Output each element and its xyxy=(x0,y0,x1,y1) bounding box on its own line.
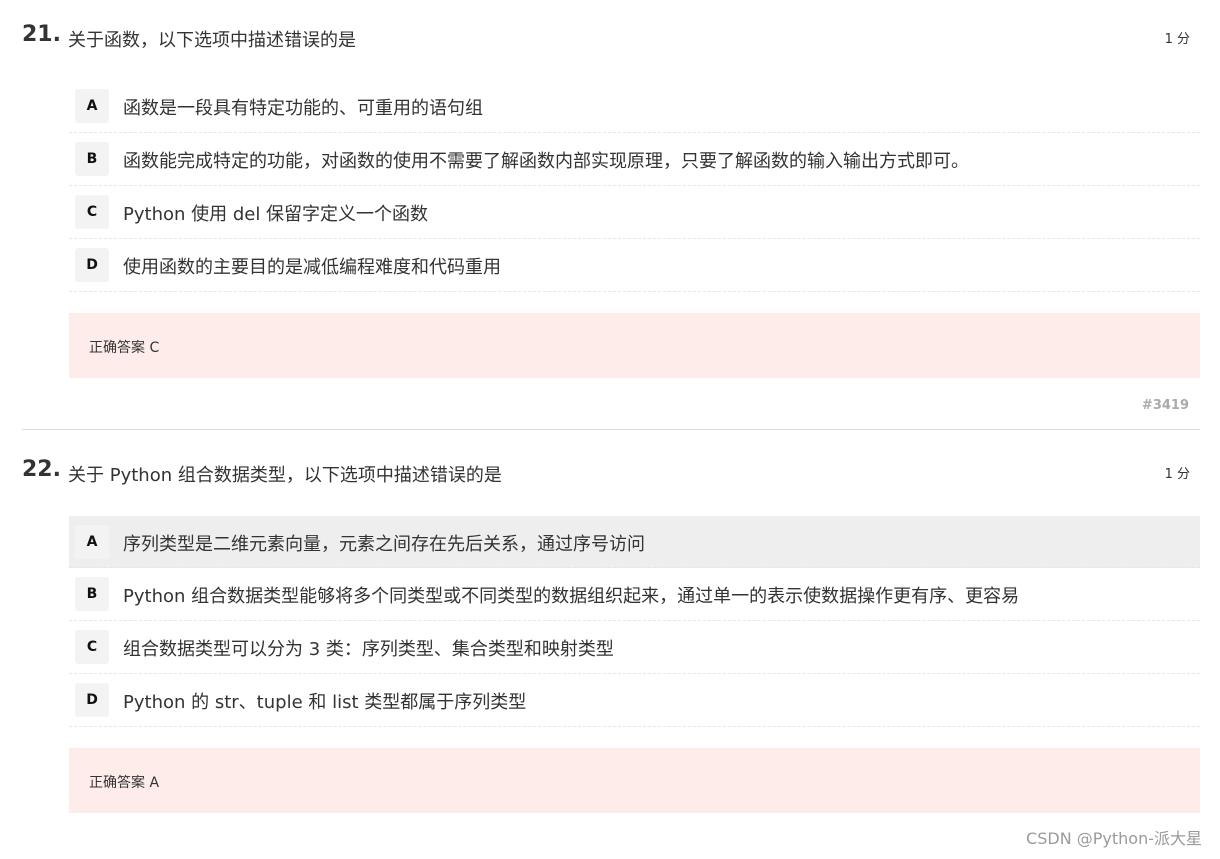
option-letter: A xyxy=(75,89,109,123)
option-text: Python 使用 del 保留字定义一个函数 xyxy=(123,204,429,225)
question-score: 1 分 xyxy=(1164,467,1190,482)
option-letter: D xyxy=(75,248,109,282)
correct-answer-box: 正确答案 A xyxy=(69,748,1200,813)
option-c[interactable]: C Python 使用 del 保留字定义一个函数 xyxy=(69,186,1200,239)
question-divider xyxy=(22,429,1200,430)
question-number: 21. xyxy=(22,22,61,47)
option-b[interactable]: B Python 组合数据类型能够将多个同类型或不同类型的数据组织起来，通过单一… xyxy=(69,568,1200,621)
option-text: 组合数据类型可以分为 3 类：序列类型、集合类型和映射类型 xyxy=(123,639,614,660)
question-id: #3419 xyxy=(1141,398,1189,413)
correct-answer-box: 正确答案 C xyxy=(69,313,1200,378)
option-d[interactable]: D 使用函数的主要目的是减低编程难度和代码重用 xyxy=(69,239,1200,292)
question-score: 1 分 xyxy=(1164,32,1190,47)
option-text: 函数是一段具有特定功能的、可重用的语句组 xyxy=(123,98,483,119)
option-letter: C xyxy=(75,630,109,664)
question-number: 22. xyxy=(22,457,61,482)
correct-answer-text: 正确答案 A xyxy=(89,775,160,791)
option-b[interactable]: B 函数能完成特定的功能，对函数的使用不需要了解函数内部实现原理，只要了解函数的… xyxy=(69,133,1200,186)
option-list: A 序列类型是二维元素向量，元素之间存在先后关系，通过序号访问 B Python… xyxy=(69,516,1200,727)
correct-answer-text: 正确答案 C xyxy=(89,340,160,356)
question-title: 关于 Python 组合数据类型，以下选项中描述错误的是 xyxy=(68,465,502,486)
option-text: Python 组合数据类型能够将多个同类型或不同类型的数据组织起来，通过单一的表… xyxy=(123,586,1020,607)
option-text: Python 的 str、tuple 和 list 类型都属于序列类型 xyxy=(123,692,527,713)
option-letter: B xyxy=(75,577,109,611)
option-text: 函数能完成特定的功能，对函数的使用不需要了解函数内部实现原理，只要了解函数的输入… xyxy=(123,151,969,172)
option-letter: D xyxy=(75,683,109,717)
question-title: 关于函数，以下选项中描述错误的是 xyxy=(68,30,356,51)
option-letter: C xyxy=(75,195,109,229)
option-c[interactable]: C 组合数据类型可以分为 3 类：序列类型、集合类型和映射类型 xyxy=(69,621,1200,674)
option-letter: A xyxy=(75,525,109,559)
option-d[interactable]: D Python 的 str、tuple 和 list 类型都属于序列类型 xyxy=(69,674,1200,727)
watermark: CSDN @Python-派大星 xyxy=(1026,829,1202,848)
option-a[interactable]: A 函数是一段具有特定功能的、可重用的语句组 xyxy=(69,80,1200,133)
option-text: 序列类型是二维元素向量，元素之间存在先后关系，通过序号访问 xyxy=(123,534,645,555)
option-a[interactable]: A 序列类型是二维元素向量，元素之间存在先后关系，通过序号访问 xyxy=(69,516,1200,568)
option-text: 使用函数的主要目的是减低编程难度和代码重用 xyxy=(123,257,501,278)
option-letter: B xyxy=(75,142,109,176)
option-list: A 函数是一段具有特定功能的、可重用的语句组 B 函数能完成特定的功能，对函数的… xyxy=(69,80,1200,292)
